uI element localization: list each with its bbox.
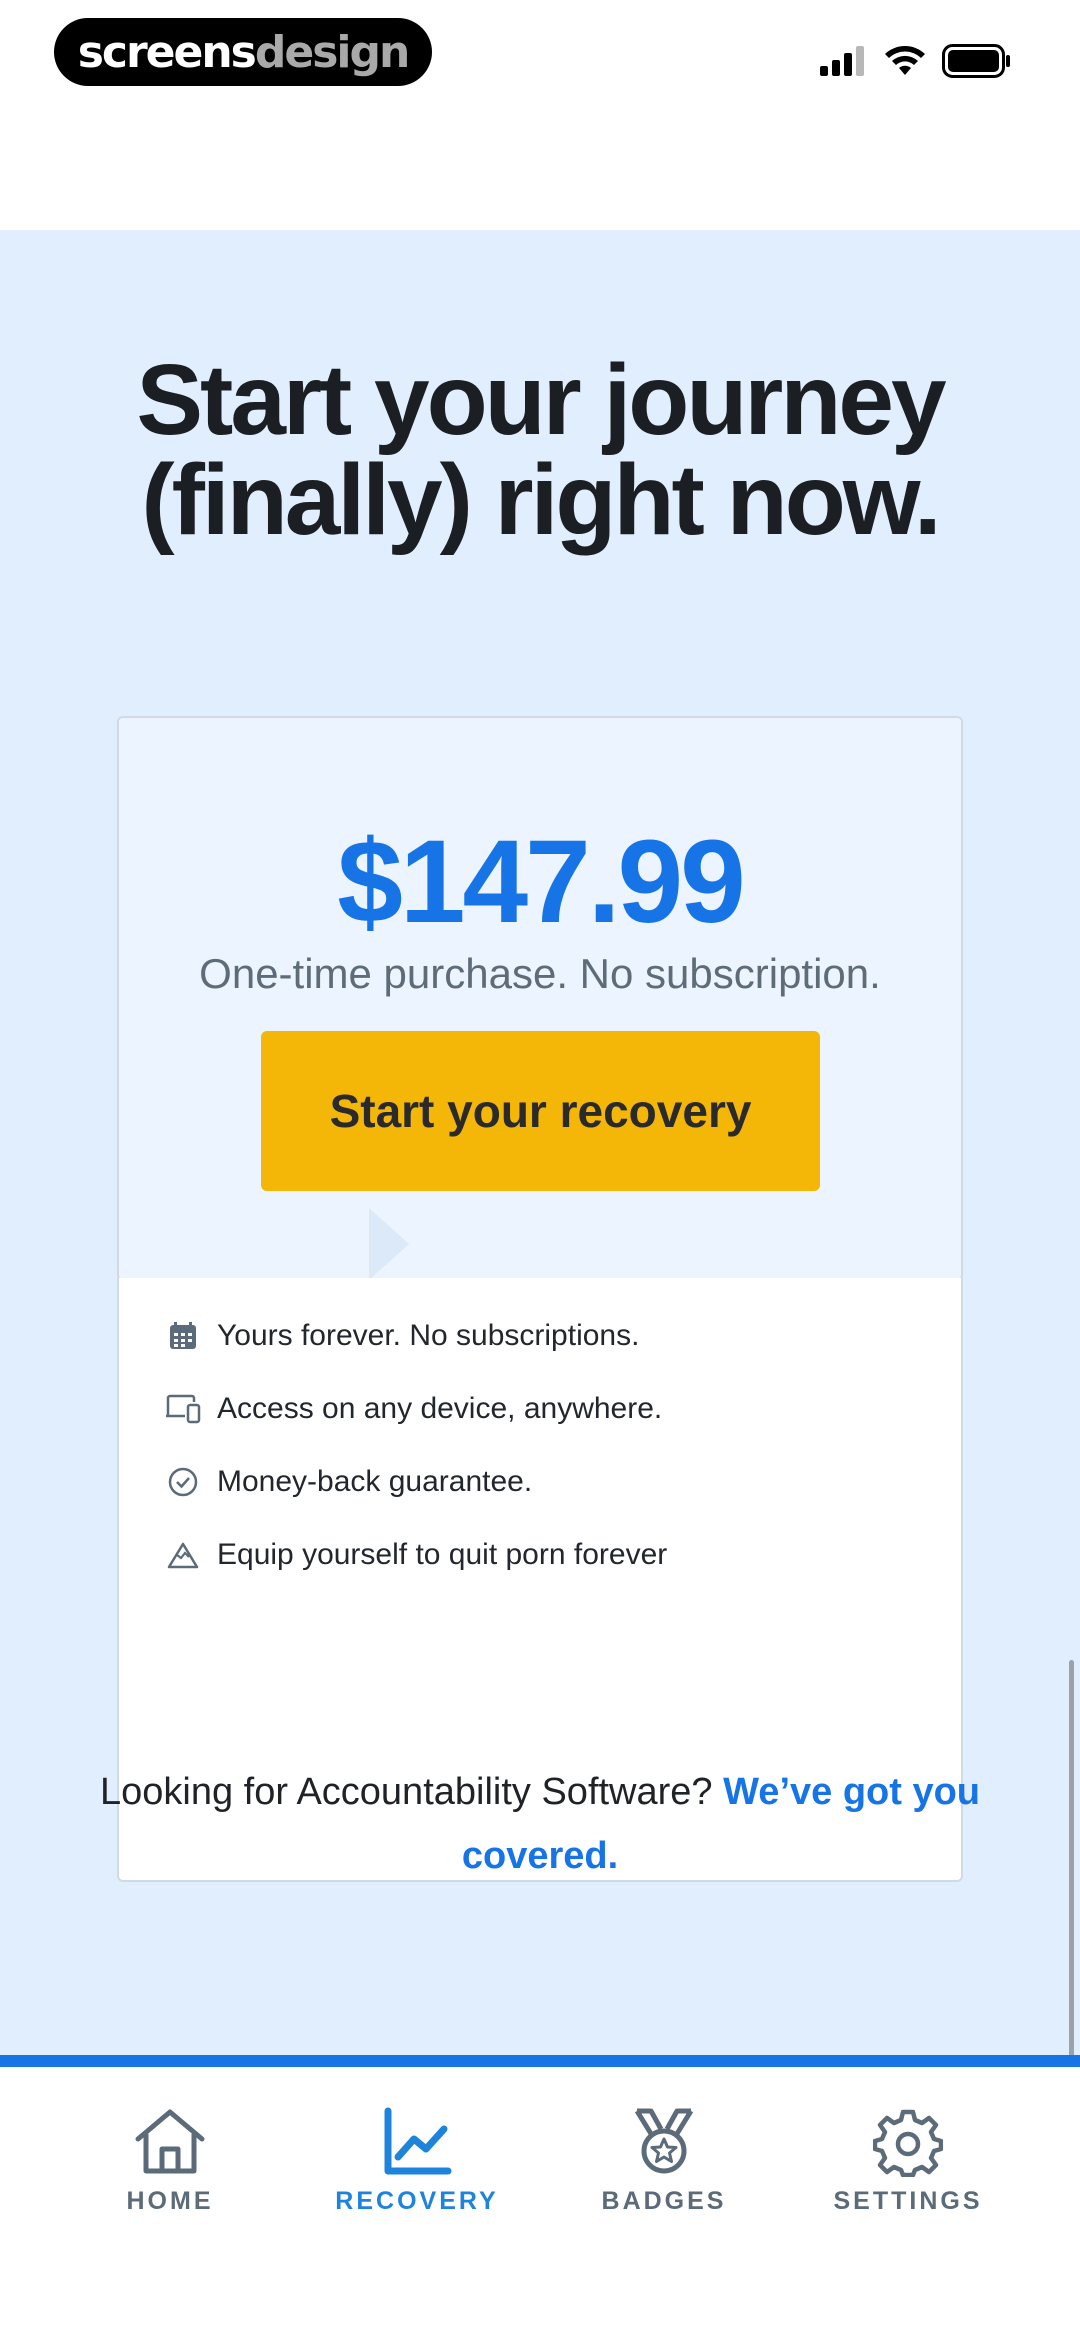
tab-recovery[interactable]: RECOVERY	[317, 2107, 517, 2216]
calendar-icon	[165, 1318, 201, 1354]
devices-icon	[165, 1391, 201, 1427]
tab-bar-divider	[0, 2055, 1080, 2067]
accountability-text: Looking for Accountability Software?	[99, 1771, 713, 1813]
play-arrow-icon	[369, 1208, 409, 1279]
feature-item: Access on any device, anywhere.	[165, 1391, 662, 1427]
tab-settings[interactable]: SETTINGS	[808, 2107, 1008, 2216]
scrollbar[interactable]	[1069, 1660, 1074, 2100]
mountain-icon	[165, 1537, 201, 1573]
brand-logo: screens design	[54, 18, 432, 86]
feature-text: Access on any device, anywhere.	[217, 1392, 663, 1425]
brand-part1: screens	[77, 26, 257, 78]
tab-label: SETTINGS	[833, 2187, 983, 2215]
feature-text: Equip yourself to quit porn forever	[217, 1538, 668, 1571]
main-content: Start your journey (finally) right now. …	[0, 230, 1080, 2100]
tab-bar: HOME RECOVERY BADGES SETTINGS	[0, 2067, 1080, 2335]
medal-icon	[634, 2108, 694, 2174]
check-circle-icon	[165, 1464, 201, 1500]
home-icon	[135, 2109, 205, 2174]
price: $147.99	[337, 816, 746, 948]
feature-item: Yours forever. No subscriptions.	[165, 1318, 639, 1354]
tab-label: RECOVERY	[335, 2187, 499, 2215]
page-title: Start your journey (finally) right now.	[0, 350, 1080, 550]
feature-text: Money-back guarantee.	[217, 1465, 533, 1498]
feature-item: Equip yourself to quit porn forever	[165, 1537, 667, 1573]
chart-icon	[384, 2107, 452, 2175]
signal-icon	[820, 46, 864, 76]
title-line-2: (finally) right now.	[141, 444, 941, 556]
wifi-icon	[885, 46, 925, 75]
gear-icon	[873, 2109, 943, 2177]
tab-label: BADGES	[601, 2187, 727, 2215]
pricing-card-top: $147.99 One-time purchase. No subscripti…	[119, 718, 961, 1279]
tab-badges[interactable]: BADGES	[564, 2107, 764, 2216]
feature-text: Yours forever. No subscriptions.	[217, 1319, 640, 1352]
battery-icon	[942, 44, 1010, 78]
start-recovery-button[interactable]: Start your recovery	[261, 1031, 820, 1191]
tab-label: HOME	[126, 2187, 214, 2215]
status-bar: screens design	[0, 0, 1080, 230]
price-note: One-time purchase. No subscription.	[199, 950, 881, 997]
accountability-prompt: Looking for Accountability Software? We’…	[60, 1760, 1020, 1888]
brand-part2: design	[254, 26, 410, 78]
tab-home[interactable]: HOME	[70, 2107, 270, 2216]
title-line-1: Start your journey	[136, 344, 946, 456]
system-icons	[820, 44, 1012, 78]
pricing-card: $147.99 One-time purchase. No subscripti…	[117, 716, 963, 1281]
feature-item: Money-back guarantee.	[165, 1464, 532, 1500]
